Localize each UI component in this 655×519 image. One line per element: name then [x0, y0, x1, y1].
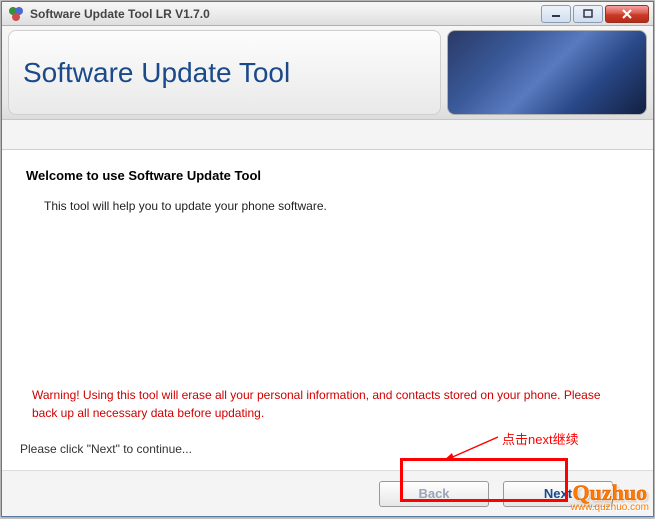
spacer-band [2, 120, 653, 150]
app-icon [8, 6, 24, 22]
maximize-icon [583, 9, 593, 19]
header-title-box: Software Update Tool [8, 30, 441, 115]
content-area: Welcome to use Software Update Tool This… [2, 150, 653, 470]
back-button[interactable]: Back [379, 481, 489, 507]
page-title: Software Update Tool [23, 57, 290, 89]
description-text: This tool will help you to update your p… [44, 199, 629, 213]
minimize-icon [551, 10, 561, 18]
footer-bar: Back Next [2, 470, 653, 516]
header-band: Software Update Tool [2, 26, 653, 120]
close-button[interactable] [605, 5, 649, 23]
instruction-text: Please click "Next" to continue... [20, 442, 629, 456]
minimize-button[interactable] [541, 5, 571, 23]
titlebar: Software Update Tool LR V1.7.0 [2, 2, 653, 26]
close-icon [622, 9, 632, 19]
window-title: Software Update Tool LR V1.7.0 [30, 7, 539, 21]
next-button[interactable]: Next [503, 481, 613, 507]
header-decorative-image [447, 30, 647, 115]
app-window: Software Update Tool LR V1.7.0 Software … [1, 1, 654, 517]
window-controls [539, 5, 649, 23]
maximize-button[interactable] [573, 5, 603, 23]
warning-text: Warning! Using this tool will erase all … [32, 386, 629, 422]
welcome-heading: Welcome to use Software Update Tool [26, 168, 629, 183]
